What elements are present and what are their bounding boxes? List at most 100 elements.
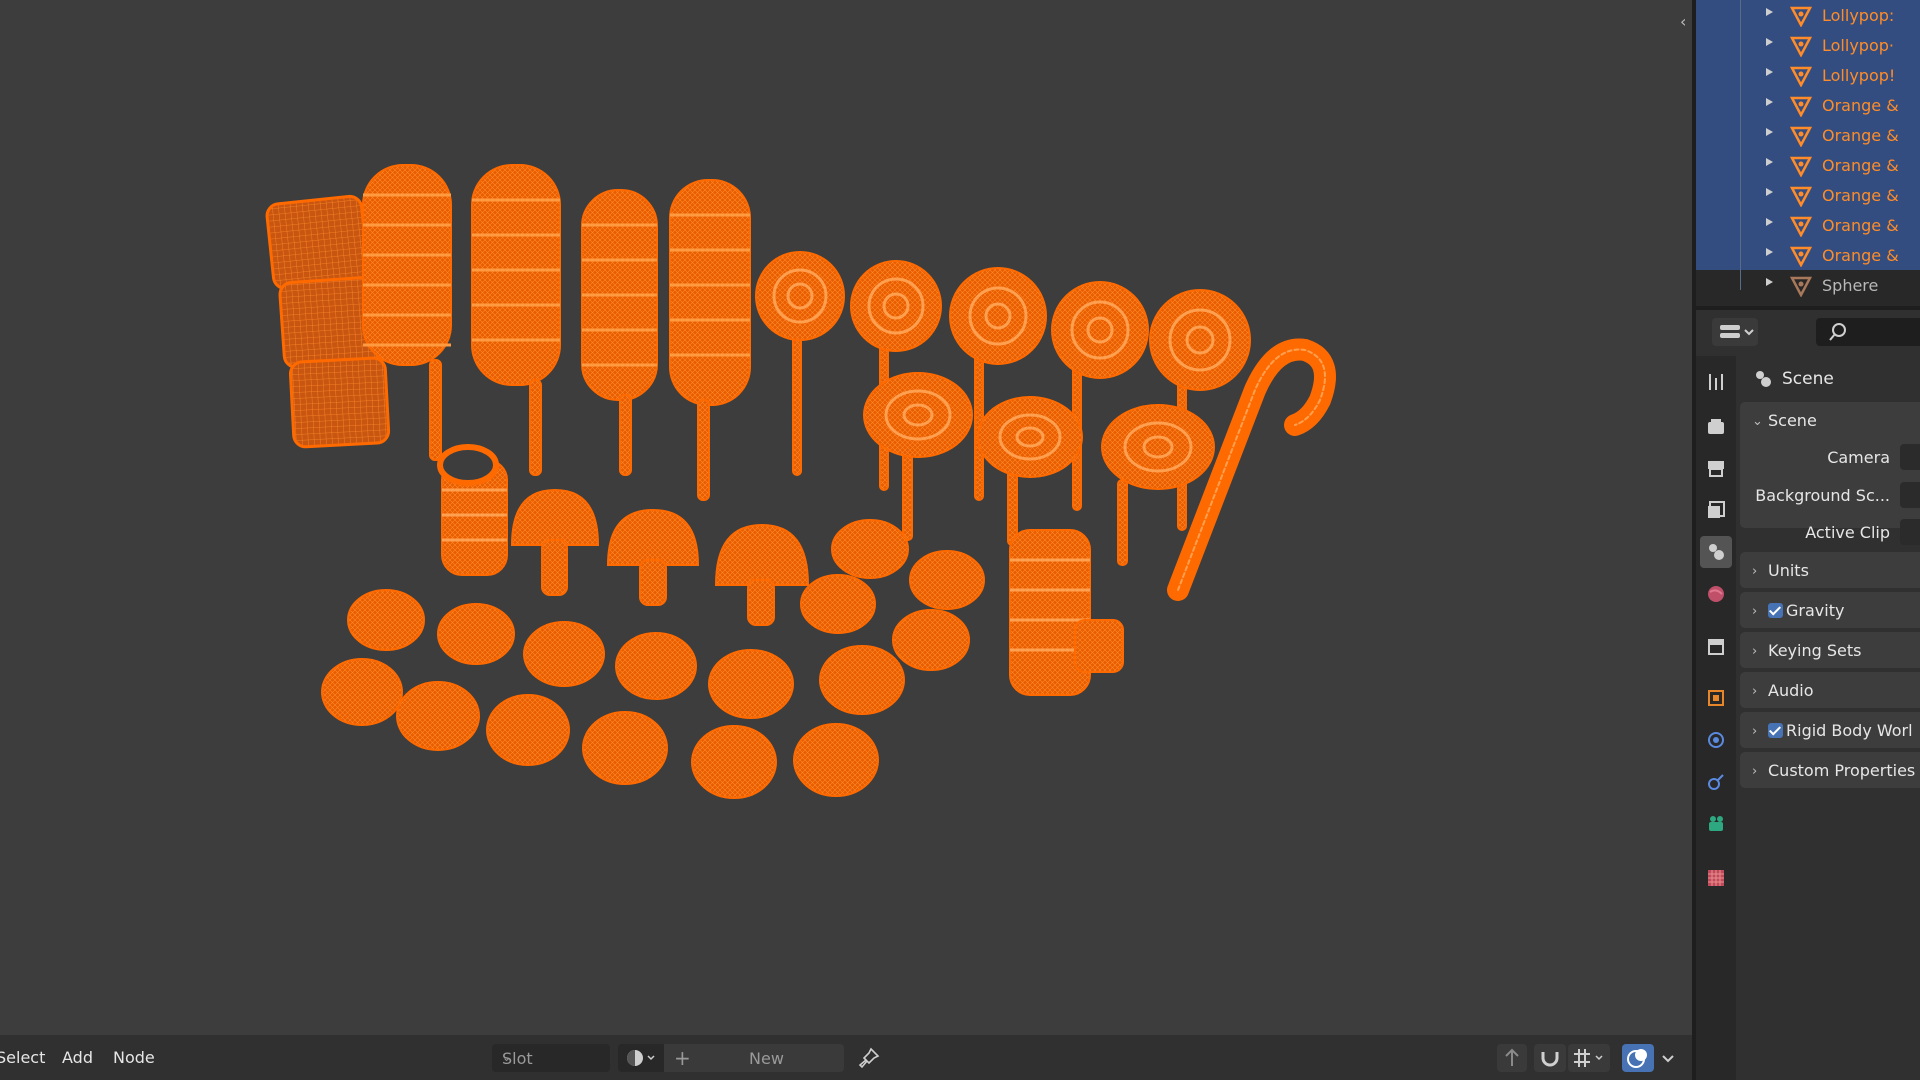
- tab-tool[interactable]: [1700, 366, 1732, 398]
- mesh-triangle-icon: [1790, 276, 1812, 297]
- data-icon: [1709, 816, 1723, 831]
- gravity-panel-header[interactable]: › Gravity: [1740, 592, 1920, 628]
- tab-collection[interactable]: [1700, 630, 1732, 662]
- outliner-item[interactable]: Lollypop:: [1696, 0, 1920, 30]
- outliner-item[interactable]: Orange &: [1696, 180, 1920, 210]
- tab-texture[interactable]: [1700, 862, 1732, 894]
- outliner-item[interactable]: Orange &: [1696, 240, 1920, 270]
- tab-output[interactable]: [1700, 452, 1732, 484]
- audio-panel-header[interactable]: › Audio: [1740, 672, 1920, 708]
- keying-sets-panel[interactable]: › Keying Sets: [1740, 632, 1920, 668]
- outliner-item[interactable]: Sphere: [1696, 270, 1920, 300]
- tab-object[interactable]: [1700, 682, 1732, 714]
- custom-properties-panel[interactable]: › Custom Properties: [1740, 752, 1920, 788]
- outliner-item[interactable]: Lollypop·: [1696, 30, 1920, 60]
- menu-add[interactable]: Add: [62, 1048, 93, 1067]
- panel-title: Gravity: [1786, 601, 1845, 620]
- tab-world[interactable]: [1700, 578, 1732, 610]
- outliner-item-label: Sphere: [1822, 276, 1879, 295]
- material-browse-button[interactable]: [618, 1044, 664, 1072]
- disclosure-triangle-icon[interactable]: [1766, 218, 1773, 226]
- 3d-viewport[interactable]: ‹: [0, 0, 1690, 1035]
- menu-node[interactable]: Node: [113, 1048, 155, 1067]
- tab-data[interactable]: [1700, 808, 1732, 840]
- chevron-right-icon: ›: [1752, 684, 1758, 699]
- outliner-item[interactable]: Orange &: [1696, 120, 1920, 150]
- context-title: Scene: [1782, 369, 1834, 389]
- background-scene-field[interactable]: [1900, 482, 1920, 508]
- outliner-item-label: Lollypop:: [1822, 6, 1895, 25]
- gravity-panel[interactable]: › Gravity: [1740, 592, 1920, 628]
- properties-editor-icon: [1720, 325, 1754, 338]
- mesh-triangle-icon: [1790, 126, 1812, 147]
- custom-properties-panel-header[interactable]: › Custom Properties: [1740, 752, 1920, 788]
- disclosure-triangle-icon[interactable]: [1766, 98, 1773, 106]
- parent-node-tree-button[interactable]: [1497, 1044, 1527, 1072]
- gravity-checkbox[interactable]: [1768, 603, 1783, 618]
- mesh-triangle-icon: [1790, 186, 1812, 207]
- disclosure-triangle-icon[interactable]: [1766, 188, 1773, 196]
- properties-header: [1696, 310, 1920, 354]
- units-panel[interactable]: › Units: [1740, 552, 1920, 588]
- new-material-button[interactable]: + New: [664, 1044, 844, 1072]
- audio-panel[interactable]: › Audio: [1740, 672, 1920, 708]
- tab-render[interactable]: [1700, 410, 1732, 442]
- object-icon: [1708, 690, 1724, 706]
- snap-toggle[interactable]: [1534, 1044, 1566, 1072]
- editor-type-dropdown[interactable]: [1712, 318, 1758, 346]
- panel-title: Custom Properties: [1768, 761, 1916, 780]
- tab-physics[interactable]: [1700, 724, 1732, 756]
- search-icon: [1829, 323, 1846, 341]
- disclosure-triangle-icon[interactable]: [1766, 68, 1773, 76]
- keying-sets-panel-header[interactable]: › Keying Sets: [1740, 632, 1920, 668]
- overlays-dropdown[interactable]: [1654, 1044, 1682, 1072]
- disclosure-triangle-icon[interactable]: [1766, 8, 1773, 16]
- swirl-lollipops[interactable]: [755, 251, 1251, 566]
- chevron-right-icon: ›: [1752, 724, 1758, 739]
- ring-candy[interactable]: [437, 444, 508, 576]
- scene-panel-header[interactable]: ⌄ Scene: [1740, 402, 1920, 438]
- mesh-triangle-icon: [1790, 66, 1812, 87]
- units-panel-header[interactable]: › Units: [1740, 552, 1920, 588]
- outliner-item[interactable]: Orange &: [1696, 90, 1920, 120]
- context-breadcrumb: Scene: [1740, 366, 1920, 390]
- mesh-triangle-icon: [1790, 246, 1812, 267]
- panel-title: Keying Sets: [1768, 641, 1862, 660]
- tab-scene[interactable]: [1700, 536, 1732, 568]
- chevron-down-icon: ⌄: [502, 1051, 512, 1064]
- outliner-item[interactable]: Lollypop!: [1696, 60, 1920, 90]
- mushroom-candies[interactable]: [510, 488, 810, 626]
- panel-title: Units: [1768, 561, 1809, 580]
- overlays-toggle[interactable]: [1622, 1044, 1654, 1072]
- disclosure-triangle-icon[interactable]: [1766, 128, 1773, 136]
- disclosure-triangle-icon[interactable]: [1766, 38, 1773, 46]
- spiral-lollipops[interactable]: [362, 164, 751, 501]
- view-layer-icon: [1708, 501, 1725, 518]
- tab-constraints[interactable]: [1700, 766, 1732, 798]
- properties-search-input[interactable]: [1816, 318, 1920, 346]
- outliner-item[interactable]: Orange &: [1696, 210, 1920, 240]
- area-divider: [1692, 1035, 1696, 1080]
- stack-candy[interactable]: [1009, 529, 1124, 696]
- snap-element-dropdown[interactable]: [1568, 1044, 1610, 1072]
- rigid-body-world-checkbox[interactable]: [1768, 723, 1783, 738]
- outliner-item-label: Orange &: [1822, 126, 1899, 145]
- pin-icon[interactable]: [858, 1047, 880, 1069]
- disclosure-triangle-icon[interactable]: [1766, 248, 1773, 256]
- outliner-item-label: Orange &: [1822, 156, 1899, 175]
- mesh-triangle-icon: [1790, 216, 1812, 237]
- disclosure-triangle-icon[interactable]: [1766, 158, 1773, 166]
- rigid-body-world-panel[interactable]: › Rigid Body Worl: [1740, 712, 1920, 748]
- slot-dropdown[interactable]: Slot ⌄: [492, 1044, 610, 1072]
- disclosure-triangle-icon[interactable]: [1766, 278, 1773, 286]
- active-clip-field[interactable]: [1900, 519, 1920, 545]
- chevron-left-icon[interactable]: ‹: [1680, 12, 1690, 32]
- physics-icon: [1708, 732, 1724, 748]
- outliner[interactable]: Lollypop: Lollypop· Lollypop! Orange & Orang…: [1696, 0, 1920, 308]
- rigid-body-world-panel-header[interactable]: › Rigid Body Worl: [1740, 712, 1920, 748]
- tab-view-layer[interactable]: [1700, 494, 1732, 526]
- camera-field[interactable]: [1900, 444, 1920, 470]
- menu-select[interactable]: Select: [0, 1048, 45, 1067]
- outliner-item[interactable]: Orange &: [1696, 150, 1920, 180]
- camera-row: Camera: [1740, 442, 1920, 472]
